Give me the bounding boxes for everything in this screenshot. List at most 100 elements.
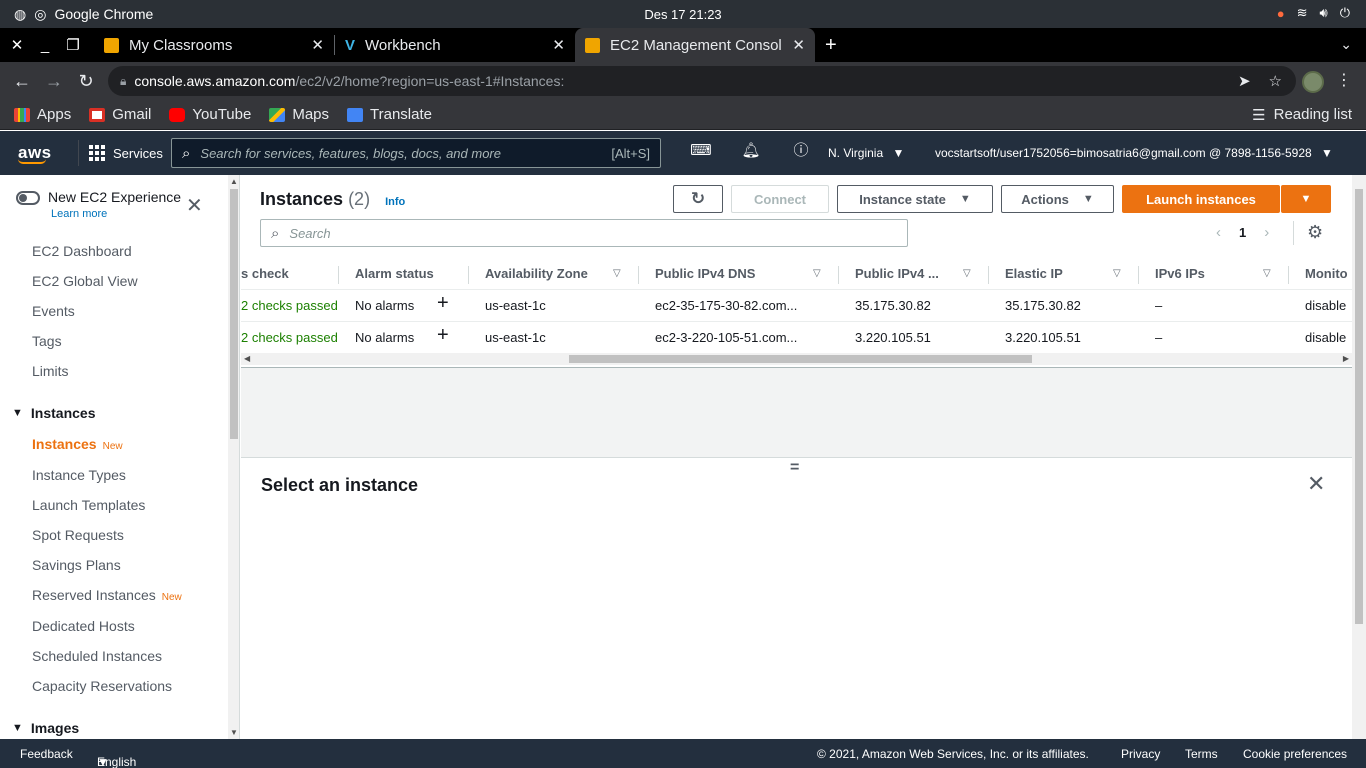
system-tray[interactable]: ● ≋ 🔊︎ ⏻ bbox=[1277, 5, 1350, 21]
close-details-icon[interactable]: ✕ bbox=[1307, 471, 1325, 497]
bookmark-gmail[interactable]: Gmail bbox=[89, 106, 151, 123]
table-row[interactable]: 2 checks passed No alarms + us-east-1c e… bbox=[241, 322, 1352, 354]
bookmark-apps[interactable]: Apps bbox=[14, 106, 71, 123]
nav-item-scheduled-instances[interactable]: Scheduled Instances bbox=[32, 648, 162, 664]
feedback-link[interactable]: Feedback bbox=[20, 747, 73, 761]
nav-item-launch-templates[interactable]: Launch Templates bbox=[32, 497, 145, 513]
column-header-availability-zone[interactable]: Availability Zone ▽ bbox=[485, 266, 621, 281]
nav-section-images[interactable]: ▼ Images bbox=[12, 720, 79, 736]
column-header-ipv6-ips[interactable]: IPv6 IPs ▽ bbox=[1155, 266, 1271, 281]
table-row[interactable]: 2 checks passed No alarms + us-east-1c e… bbox=[241, 290, 1352, 322]
nav-section-instances[interactable]: ▼ Instances bbox=[12, 405, 95, 421]
bookmark-translate[interactable]: Translate bbox=[347, 106, 432, 123]
notifications-bell-icon[interactable]: 🔔︎ bbox=[726, 141, 776, 159]
nav-item-instances[interactable]: Instances New bbox=[32, 436, 123, 452]
scroll-up-icon[interactable]: ▲ bbox=[230, 177, 238, 186]
new-tab-plus-icon[interactable]: + bbox=[825, 34, 837, 57]
nav-item-limits[interactable]: Limits bbox=[32, 363, 69, 379]
column-header-monitoring[interactable]: Monito bbox=[1305, 266, 1348, 281]
help-icon[interactable]: ⓘ bbox=[776, 139, 826, 160]
back-arrow-icon[interactable]: ← bbox=[6, 71, 38, 92]
send-icon[interactable]: ➤ bbox=[1238, 72, 1251, 90]
tab-ec2-console[interactable]: EC2 Management Console ✕ bbox=[575, 28, 815, 62]
refresh-button[interactable]: ↻ bbox=[673, 185, 723, 213]
next-page-icon[interactable]: › bbox=[1264, 224, 1269, 241]
aws-search-input[interactable]: ⌕ Search for services, features, blogs, … bbox=[171, 138, 661, 168]
reload-icon[interactable]: ↻ bbox=[70, 71, 102, 92]
scrollbar-thumb[interactable] bbox=[230, 189, 238, 439]
window-minimize-icon[interactable]: _ bbox=[34, 37, 56, 54]
services-menu-button[interactable]: Services bbox=[89, 145, 163, 161]
nav-item-dedicated-hosts[interactable]: Dedicated Hosts bbox=[32, 618, 135, 634]
scroll-right-icon[interactable]: ▶ bbox=[1343, 354, 1349, 363]
prev-page-icon[interactable]: ‹ bbox=[1216, 224, 1221, 241]
close-nav-icon[interactable]: ✕ bbox=[186, 193, 203, 218]
launch-dropdown-button[interactable]: ▼ bbox=[1281, 185, 1331, 213]
column-header-public-ipv4[interactable]: Public IPv4 ... ▽ bbox=[855, 266, 971, 281]
nav-item-events[interactable]: Events bbox=[32, 303, 75, 319]
column-divider[interactable] bbox=[988, 266, 989, 284]
nav-item-savings-plans[interactable]: Savings Plans bbox=[32, 557, 121, 573]
scrollbar-thumb[interactable] bbox=[1355, 189, 1363, 624]
cookie-preferences-link[interactable]: Cookie preferences bbox=[1243, 747, 1347, 761]
column-divider[interactable] bbox=[338, 266, 339, 284]
sidenav-scrollbar[interactable]: ▲ ▼ bbox=[228, 175, 239, 739]
bookmark-youtube[interactable]: YouTube bbox=[169, 106, 251, 123]
column-divider[interactable] bbox=[468, 266, 469, 284]
tab-workbench[interactable]: V Workbench ✕ bbox=[335, 28, 575, 62]
column-divider[interactable] bbox=[1138, 266, 1139, 284]
window-close-icon[interactable]: ✕ bbox=[6, 36, 28, 54]
aws-logo[interactable]: aws bbox=[18, 143, 68, 164]
tab-close-icon[interactable]: ✕ bbox=[311, 36, 324, 54]
menu-kebab-icon[interactable]: ⋮ bbox=[1336, 70, 1352, 90]
profile-avatar[interactable] bbox=[1302, 71, 1324, 93]
page-scrollbar[interactable] bbox=[1352, 175, 1366, 739]
scrollbar-thumb[interactable] bbox=[569, 355, 1032, 363]
add-alarm-plus-icon[interactable]: + bbox=[437, 324, 449, 347]
column-header-elastic-ip[interactable]: Elastic IP ▽ bbox=[1005, 266, 1121, 281]
settings-gear-icon[interactable]: ⚙ bbox=[1307, 222, 1323, 243]
bookmark-maps[interactable]: Maps bbox=[269, 106, 329, 123]
split-panel-drag-handle-icon[interactable]: = bbox=[790, 459, 799, 477]
nav-item-instance-types[interactable]: Instance Types bbox=[32, 467, 126, 483]
column-header-status-check[interactable]: s check bbox=[241, 266, 289, 281]
actions-button[interactable]: Actions ▼ bbox=[1001, 185, 1114, 213]
cloudshell-icon[interactable]: ⌨ bbox=[676, 141, 726, 159]
nav-item-ec2-dashboard[interactable]: EC2 Dashboard bbox=[32, 243, 132, 259]
connect-button[interactable]: Connect bbox=[731, 185, 829, 213]
info-link[interactable]: Info bbox=[385, 196, 405, 208]
address-bar[interactable]: 🔒︎ console.aws.amazon.com /ec2/v2/home?r… bbox=[108, 66, 1296, 96]
current-page[interactable]: 1 bbox=[1239, 225, 1246, 240]
column-divider[interactable] bbox=[838, 266, 839, 284]
scroll-down-icon[interactable]: ▼ bbox=[230, 728, 238, 737]
launch-instances-button[interactable]: Launch instances bbox=[1122, 185, 1280, 213]
nav-item-ec2-global-view[interactable]: EC2 Global View bbox=[32, 273, 138, 289]
os-clock[interactable]: Des 17 21:23 bbox=[0, 7, 1366, 22]
tab-close-icon[interactable]: ✕ bbox=[552, 36, 565, 54]
account-menu[interactable]: vocstartsoft/user1752056=bimosatria6@gma… bbox=[935, 146, 1333, 160]
column-divider[interactable] bbox=[638, 266, 639, 284]
bookmark-star-icon[interactable]: ☆ bbox=[1269, 72, 1282, 90]
column-divider[interactable] bbox=[1288, 266, 1289, 284]
nav-item-capacity-reservations[interactable]: Capacity Reservations bbox=[32, 678, 172, 694]
column-header-public-ipv4-dns[interactable]: Public IPv4 DNS ▽ bbox=[655, 266, 821, 281]
column-header-alarm-status[interactable]: Alarm status bbox=[355, 266, 434, 281]
forward-arrow-icon[interactable]: → bbox=[38, 71, 70, 92]
nav-item-reserved-instances[interactable]: Reserved Instances New bbox=[32, 587, 182, 603]
scroll-left-icon[interactable]: ◀ bbox=[244, 354, 250, 363]
instance-state-button[interactable]: Instance state ▼ bbox=[837, 185, 993, 213]
learn-more-link[interactable]: Learn more bbox=[51, 208, 181, 220]
tab-search-chevron-icon[interactable]: ⌄ bbox=[1340, 36, 1352, 53]
privacy-link[interactable]: Privacy bbox=[1121, 747, 1160, 761]
new-experience-toggle[interactable] bbox=[16, 191, 40, 205]
region-selector[interactable]: N. Virginia ▼ bbox=[828, 146, 904, 160]
instances-search-input[interactable]: ⌕ Search bbox=[260, 219, 908, 247]
nav-item-tags[interactable]: Tags bbox=[32, 333, 62, 349]
add-alarm-plus-icon[interactable]: + bbox=[437, 292, 449, 315]
reading-list-button[interactable]: ☰ Reading list bbox=[1252, 106, 1352, 124]
tab-my-classrooms[interactable]: My Classrooms ✕ bbox=[94, 28, 334, 62]
table-horizontal-scrollbar[interactable]: ◀ ▶ bbox=[241, 353, 1352, 365]
terms-link[interactable]: Terms bbox=[1185, 747, 1218, 761]
tab-close-icon[interactable]: ✕ bbox=[792, 36, 805, 54]
window-restore-icon[interactable]: ❐ bbox=[62, 36, 84, 54]
